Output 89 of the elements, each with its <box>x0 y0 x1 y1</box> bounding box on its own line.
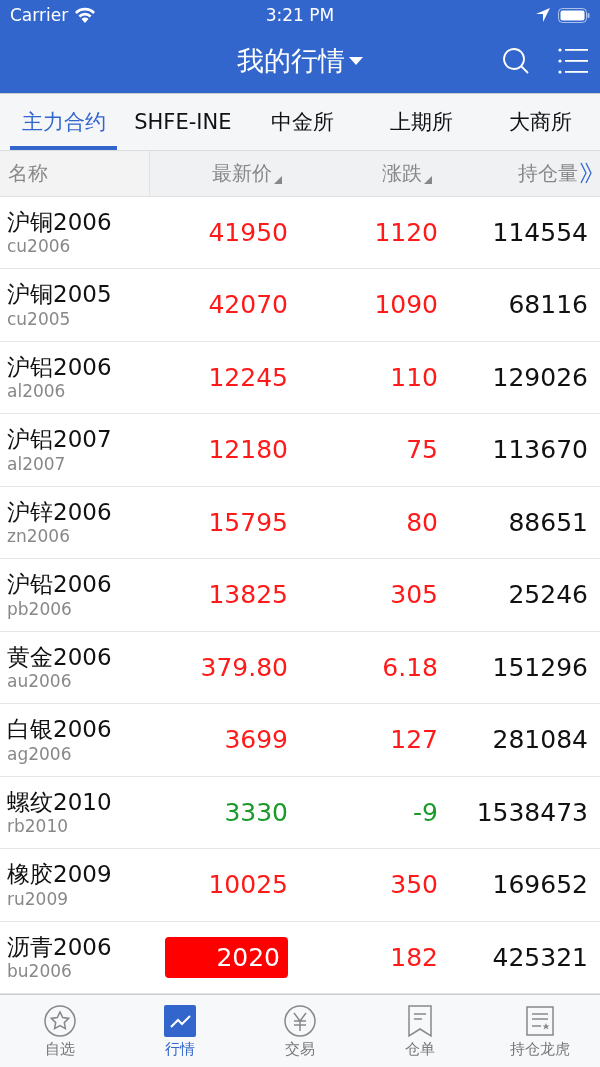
open-interest: 169652 <box>492 870 588 900</box>
contract-name: 沥青2006 <box>7 933 113 962</box>
contract-name: 黄金2006 <box>7 643 113 672</box>
quote-row[interactable]: 沪铜2006 cu2006 41950 1120 114554 <box>0 196 600 270</box>
open-interest: 1538473 <box>476 797 588 827</box>
open-interest: 281084 <box>492 725 588 755</box>
open-interest: 129026 <box>492 362 588 392</box>
quote-row[interactable]: 黄金2006 au2006 379.80 6.18 151296 <box>0 631 600 705</box>
open-interest: 88651 <box>508 507 588 537</box>
exchange-tab[interactable]: 上期所 <box>367 93 475 150</box>
price-change: 182 <box>390 942 438 972</box>
contract-name: 沪铝2007 <box>7 426 113 454</box>
contract-code: rb2010 <box>7 816 70 837</box>
latest-price: 379.80 <box>200 652 288 682</box>
bottom-tab[interactable]: 交易 <box>240 995 360 1067</box>
quote-row[interactable]: 白银2006 ag2006 3699 127 281084 <box>0 704 600 777</box>
price-change: 1120 <box>374 217 438 247</box>
bottom-tab[interactable]: 自选 <box>0 995 120 1067</box>
price-change: 110 <box>390 362 438 392</box>
price-change: 75 <box>406 435 438 465</box>
latest-price: 41950 <box>208 217 288 247</box>
open-interest: 68116 <box>508 290 588 320</box>
latest-price: 15795 <box>208 507 288 537</box>
quote-row[interactable]: 沪铜2005 cu2005 42070 1090 68116 <box>0 269 600 342</box>
contract-name: 白银2006 <box>7 716 113 744</box>
bottom-tab[interactable]: 持仓龙虎 <box>480 995 600 1067</box>
open-interest: 25246 <box>508 580 588 610</box>
quote-row[interactable]: 沪铝2006 al2006 12245 110 129026 <box>0 341 600 415</box>
contract-code: ru2009 <box>7 888 70 909</box>
contract-code: au2006 <box>7 671 73 692</box>
price-change: 80 <box>406 507 438 537</box>
contract-code: pb2006 <box>7 598 73 619</box>
contract-name: 沪锌2006 <box>7 498 113 527</box>
contract-name: 螺纹2010 <box>7 788 113 817</box>
dropdown-caret-icon[interactable] <box>349 57 363 66</box>
double-chevron-icon[interactable] <box>580 162 592 185</box>
quote-row[interactable]: 沪铅2006 pb2006 13825 305 25246 <box>0 559 600 632</box>
contract-code: al2006 <box>7 381 67 402</box>
bottom-tab[interactable]: 仓单 <box>360 995 480 1067</box>
contract-name: 沪铜2006 <box>7 208 113 237</box>
sort-triangle-icon <box>274 175 282 184</box>
quote-row[interactable]: 沪铝2007 al2007 12180 75 113670 <box>0 414 600 487</box>
exchange-tab[interactable]: 大商所 <box>486 93 594 150</box>
exchange-tab[interactable]: 中金所 <box>248 93 356 150</box>
battery-icon <box>558 7 590 23</box>
latest-price: 10025 <box>208 870 288 900</box>
price-change: 350 <box>390 870 438 900</box>
open-interest: 114554 <box>492 217 588 247</box>
star-circle-icon <box>43 1003 77 1038</box>
menu-button[interactable] <box>558 48 588 75</box>
contract-code: cu2006 <box>7 236 72 257</box>
contract-code: al2007 <box>7 453 67 474</box>
price-change: 6.18 <box>382 652 438 682</box>
contract-name: 橡胶2009 <box>7 861 113 889</box>
latest-price: 12180 <box>208 435 288 465</box>
price-change: 305 <box>390 580 438 610</box>
open-interest: 151296 <box>492 652 588 682</box>
bottom-tab[interactable]: 行情 <box>120 995 240 1067</box>
price-change: 127 <box>390 725 438 755</box>
sort-triangle-icon <box>424 175 432 184</box>
contract-name: 沪铅2006 <box>7 571 113 599</box>
contract-code: cu2005 <box>7 308 72 329</box>
carrier-label: Carrier <box>10 5 69 25</box>
status-time: 3:21 PM <box>265 5 335 25</box>
contract-code: ag2006 <box>7 743 73 764</box>
latest-price: 13825 <box>208 580 288 610</box>
open-interest: 113670 <box>492 435 588 465</box>
contract-name: 沪铜2005 <box>7 281 113 309</box>
latest-price: 3330 <box>224 797 288 827</box>
contract-code: zn2006 <box>7 526 71 547</box>
latest-price: 12245 <box>208 362 288 392</box>
yen-icon <box>283 1003 317 1038</box>
page-title[interactable]: 我的行情 <box>237 43 345 80</box>
exchange-tab[interactable]: SHFE-INE <box>129 93 237 150</box>
search-button[interactable] <box>502 47 530 76</box>
contract-name: 沪铝2006 <box>7 353 113 382</box>
column-header: 名称 <box>8 159 48 187</box>
contract-code: bu2006 <box>7 961 73 982</box>
latest-price: 2020 <box>165 936 288 978</box>
quote-row[interactable]: 橡胶2009 ru2009 10025 350 169652 <box>0 849 600 922</box>
latest-price: 42070 <box>208 290 288 320</box>
price-change: 1090 <box>374 290 438 320</box>
latest-price: 3699 <box>224 725 288 755</box>
quote-row[interactable]: 螺纹2010 rb2010 3330 -9 1538473 <box>0 776 600 850</box>
quote-row[interactable]: 沪锌2006 zn2006 15795 80 88651 <box>0 486 600 560</box>
wifi-icon <box>74 7 97 23</box>
open-interest: 425321 <box>492 942 588 972</box>
price-change: -9 <box>413 797 438 827</box>
location-arrow-icon <box>536 8 550 22</box>
